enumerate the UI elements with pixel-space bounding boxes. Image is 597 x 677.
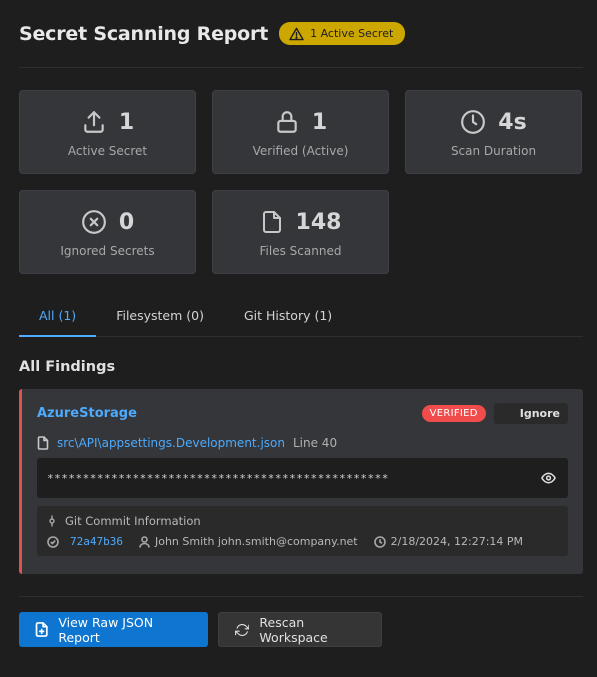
stat-card-ignored: 0 Ignored Secrets xyxy=(19,190,196,274)
stat-value: 148 xyxy=(295,209,342,235)
line-number: Line 40 xyxy=(292,436,338,450)
report-page: Secret Scanning Report 1 Active Secret 1… xyxy=(0,0,597,677)
warning-icon xyxy=(289,27,304,40)
stat-value: 1 xyxy=(311,109,328,135)
user-icon xyxy=(139,535,150,548)
stats-grid: 1 Active Secret 1 Verified (Active) 4s S… xyxy=(19,90,583,274)
findings-tabs: All (1) Filesystem (0) Git History (1) xyxy=(19,294,583,337)
report-actions: View Raw JSON Report Rescan Workspace xyxy=(19,596,583,647)
file-location: src\API\appsettings.Development.json Lin… xyxy=(37,436,568,450)
rescan-workspace-label: Rescan Workspace xyxy=(259,614,328,645)
report-header: Secret Scanning Report 1 Active Secret xyxy=(19,0,583,68)
stat-label: Files Scanned xyxy=(259,244,342,258)
stat-label: Verified (Active) xyxy=(252,144,349,158)
masked-secret: ****************************************… xyxy=(47,471,389,485)
refresh-icon xyxy=(235,623,250,636)
stat-label: Ignored Secrets xyxy=(60,244,155,258)
file-icon xyxy=(37,436,49,450)
stat-card-active-secret: 1 Active Secret xyxy=(19,90,196,174)
stat-value: 0 xyxy=(118,209,135,235)
commit-hash-link[interactable]: 72a47b36 xyxy=(70,535,123,548)
lock-icon xyxy=(277,111,297,133)
git-commit-icon xyxy=(49,515,55,527)
stat-value: 1 xyxy=(118,109,135,135)
view-raw-json-label: View Raw JSON Report xyxy=(58,614,154,645)
stat-card-scan-duration: 4s Scan Duration xyxy=(405,90,582,174)
commit-author: John Smith john.smith@company.net xyxy=(154,535,358,548)
active-secret-badge: 1 Active Secret xyxy=(279,22,406,45)
check-circle-icon xyxy=(47,535,59,548)
clock-icon xyxy=(373,535,386,548)
ignore-button[interactable]: Ignore xyxy=(493,403,568,424)
findings-heading: All Findings xyxy=(19,359,116,375)
finding-card: AzureStorage VERIFIED Ignore src\API\app… xyxy=(19,389,583,574)
file-path-link[interactable]: src\API\appsettings.Development.json xyxy=(57,436,285,450)
stat-card-files-scanned: 148 Files Scanned xyxy=(212,190,389,274)
detector-name[interactable]: AzureStorage xyxy=(37,406,137,421)
tab-git-history[interactable]: Git History (1) xyxy=(224,294,352,336)
active-secret-badge-label: 1 Active Secret xyxy=(310,27,394,40)
clock-icon xyxy=(461,110,486,134)
page-title: Secret Scanning Report xyxy=(19,22,269,45)
view-raw-json-button[interactable]: View Raw JSON Report xyxy=(19,612,208,647)
stat-value: 4s xyxy=(498,109,527,135)
rescan-workspace-button[interactable]: Rescan Workspace xyxy=(218,612,382,647)
secret-value-box: ****************************************… xyxy=(37,458,568,498)
verified-badge: VERIFIED xyxy=(421,405,486,422)
eye-icon[interactable] xyxy=(541,472,556,484)
upload-icon xyxy=(84,111,104,133)
commit-date: 2/18/2024, 12:27:14 PM xyxy=(390,535,524,548)
commit-info-box: Git Commit Information 72a47b36 John Smi… xyxy=(37,506,568,556)
file-plus-icon xyxy=(35,622,48,637)
tab-filesystem[interactable]: Filesystem (0) xyxy=(96,294,224,336)
x-circle-icon xyxy=(81,210,106,234)
stat-label: Active Secret xyxy=(67,144,148,158)
stat-card-verified: 1 Verified (Active) xyxy=(212,90,389,174)
stat-label: Scan Duration xyxy=(450,144,537,158)
commit-title: Git Commit Information xyxy=(65,514,201,528)
tab-all[interactable]: All (1) xyxy=(19,294,97,337)
file-icon xyxy=(262,211,281,233)
